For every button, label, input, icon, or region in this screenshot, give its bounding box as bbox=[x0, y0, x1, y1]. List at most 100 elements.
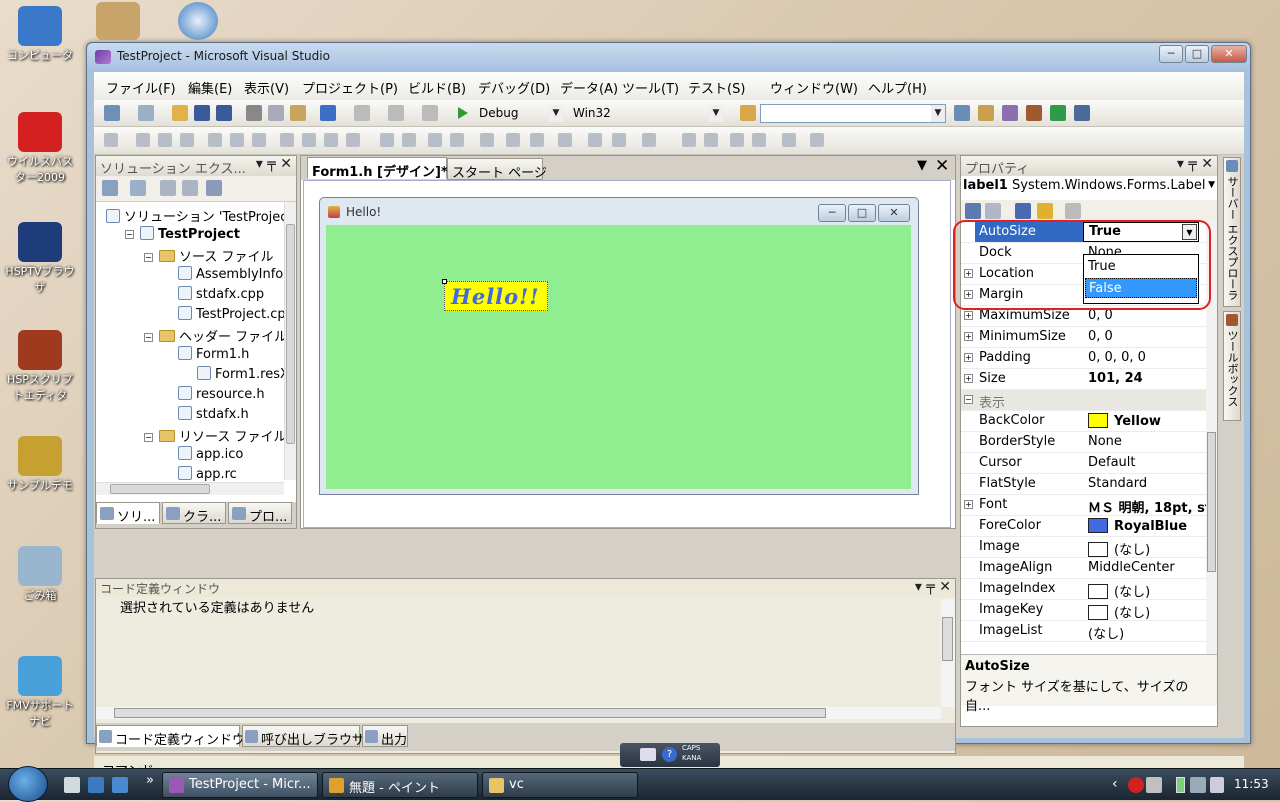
layout-tool-icon[interactable] bbox=[324, 133, 338, 147]
start-button[interactable] bbox=[8, 766, 48, 802]
ime-language-bar[interactable]: ? CAPS KANA bbox=[620, 743, 720, 767]
object-selector[interactable]: label1 System.Windows.Forms.Label ▼ bbox=[963, 178, 1215, 198]
chevron-down-icon[interactable]: ▼ bbox=[549, 105, 563, 122]
menu-item[interactable]: デバッグ(D) bbox=[478, 78, 550, 97]
desktop-icon[interactable]: HSPTVブラウ ザ bbox=[0, 222, 80, 296]
expand-icon[interactable]: + bbox=[964, 374, 973, 383]
layout-tool-icon[interactable] bbox=[682, 133, 696, 147]
expand-icon[interactable]: + bbox=[964, 500, 973, 509]
class-diagram-icon[interactable] bbox=[206, 180, 222, 196]
maximize-button[interactable]: □ bbox=[1185, 45, 1209, 63]
save-all-icon[interactable] bbox=[216, 105, 232, 121]
menu-item[interactable]: テスト(S) bbox=[688, 78, 745, 97]
tree-item[interactable]: AssemblyInfo.cp bbox=[163, 266, 284, 282]
solution-explorer-header[interactable]: ソリューション エクス... ▾ ╤ ✕ bbox=[96, 156, 296, 177]
solution-tab[interactable]: ソリ... bbox=[96, 502, 160, 525]
bottom-tab[interactable]: 呼び出しブラウザ bbox=[242, 725, 365, 748]
code-vertical-scrollbar[interactable] bbox=[941, 599, 955, 707]
layout-tool-icon[interactable] bbox=[280, 133, 294, 147]
bottom-tab[interactable]: 出力 bbox=[362, 725, 408, 748]
chevron-down-icon[interactable]: ▼ bbox=[709, 105, 723, 122]
alphabetical-icon[interactable] bbox=[985, 203, 1001, 219]
desktop-icon[interactable]: サンプルデモ bbox=[0, 436, 80, 494]
tree-item[interactable]: − リソース ファイル bbox=[144, 426, 284, 445]
layout-tool-icon[interactable] bbox=[402, 133, 416, 147]
show-all-files-icon[interactable] bbox=[130, 180, 146, 196]
property-row[interactable]: Image (なし) bbox=[961, 537, 1206, 558]
keyboard-icon[interactable] bbox=[640, 748, 656, 761]
undo-icon[interactable] bbox=[320, 105, 336, 121]
property-row[interactable]: + Font ＭＳ 明朝, 18pt, sty bbox=[961, 495, 1207, 516]
collapse-icon[interactable]: − bbox=[125, 230, 134, 239]
tree-item[interactable]: Form1.resX bbox=[182, 366, 284, 382]
taskbar-button[interactable]: 無題 - ペイント bbox=[322, 772, 478, 798]
layout-tool-icon[interactable] bbox=[158, 133, 172, 147]
property-row[interactable]: + Padding 0, 0, 0, 0 bbox=[961, 348, 1206, 369]
cut-icon[interactable] bbox=[246, 105, 262, 121]
layout-tool-icon[interactable] bbox=[252, 133, 266, 147]
desktop-icon[interactable]: コンピュータ bbox=[0, 6, 80, 64]
paste-icon[interactable] bbox=[290, 105, 306, 121]
tree-vertical-scrollbar[interactable] bbox=[284, 202, 296, 480]
toolbox-icon[interactable] bbox=[1026, 105, 1042, 121]
menu-item[interactable]: プロジェクト(P) bbox=[302, 78, 398, 97]
expand-icon[interactable]: + bbox=[964, 311, 973, 320]
layout-tool-icon[interactable] bbox=[612, 133, 626, 147]
close-button[interactable]: ✕ bbox=[1211, 45, 1247, 63]
find-combo[interactable]: ▼ bbox=[760, 104, 946, 123]
tree-item[interactable]: − TestProject bbox=[125, 226, 240, 242]
chevron-down-icon[interactable]: ▼ bbox=[931, 105, 945, 122]
tree-item[interactable]: resource.h bbox=[163, 386, 265, 402]
layout-tool-icon[interactable] bbox=[480, 133, 494, 147]
view-designer-icon[interactable] bbox=[182, 180, 198, 196]
expand-icon[interactable]: + bbox=[964, 353, 973, 362]
layout-tool-icon[interactable] bbox=[104, 133, 118, 147]
tree-item[interactable]: TestProject.cpp bbox=[163, 306, 284, 322]
layout-tool-icon[interactable] bbox=[642, 133, 656, 147]
layout-tool-icon[interactable] bbox=[506, 133, 520, 147]
navigate-forward-icon[interactable] bbox=[422, 105, 438, 121]
resize-handle[interactable] bbox=[442, 279, 447, 284]
layout-tool-icon[interactable] bbox=[558, 133, 572, 147]
property-row[interactable]: ForeColor RoyalBlue bbox=[961, 516, 1206, 537]
property-row[interactable]: BackColor Yellow bbox=[961, 411, 1206, 432]
menu-item[interactable]: ビルド(B) bbox=[408, 78, 466, 97]
safari-icon[interactable] bbox=[178, 2, 218, 40]
properties-view-icon[interactable] bbox=[1015, 203, 1031, 219]
layout-tool-icon[interactable] bbox=[704, 133, 718, 147]
layout-tool-icon[interactable] bbox=[346, 133, 360, 147]
layout-tool-icon[interactable] bbox=[450, 133, 464, 147]
code-horizontal-scrollbar[interactable] bbox=[96, 707, 941, 719]
property-row[interactable]: ImageKey (なし) bbox=[961, 600, 1206, 621]
solution-explorer-icon[interactable] bbox=[954, 105, 970, 121]
menu-item[interactable]: データ(A) bbox=[560, 78, 618, 97]
desktop-icon[interactable]: FMVサポート ナビ bbox=[0, 656, 80, 730]
platform-combo[interactable]: Win32 ▼ bbox=[568, 104, 724, 123]
minimize-button[interactable]: ─ bbox=[1159, 45, 1183, 63]
layout-tool-icon[interactable] bbox=[530, 133, 544, 147]
navigate-back-icon[interactable] bbox=[388, 105, 404, 121]
layout-tool-icon[interactable] bbox=[208, 133, 222, 147]
tree-item[interactable]: Form1.h bbox=[163, 346, 249, 362]
form-window[interactable]: Hello! ─ □ ✕ Hello!! bbox=[319, 197, 919, 495]
menu-item[interactable]: ツール(T) bbox=[622, 78, 679, 97]
tree-item[interactable]: stdafx.h bbox=[163, 406, 249, 422]
property-row[interactable]: ImageList (なし) bbox=[961, 621, 1206, 642]
layout-tool-icon[interactable] bbox=[752, 133, 766, 147]
close-icon[interactable]: ▾ ╤ ✕ bbox=[256, 156, 292, 172]
menu-item[interactable]: 表示(V) bbox=[244, 78, 289, 97]
desktop-icon[interactable]: ごみ箱 bbox=[0, 546, 80, 604]
property-row[interactable]: Cursor Default bbox=[961, 453, 1206, 474]
properties-header[interactable]: プロパティ ▾ ╤ ✕ bbox=[961, 156, 1217, 177]
properties-icon[interactable] bbox=[978, 105, 994, 121]
configuration-combo[interactable]: Debug ▼ bbox=[474, 104, 564, 123]
tab-form1-design[interactable]: Form1.h [デザイン]* bbox=[307, 157, 448, 180]
add-item-icon[interactable] bbox=[138, 105, 154, 121]
desktop-icon[interactable]: HSPスクリプ トエディタ bbox=[0, 330, 80, 404]
tree-item[interactable]: app.rc bbox=[163, 466, 237, 482]
layout-tool-icon[interactable] bbox=[810, 133, 824, 147]
tray-expand-icon[interactable]: ‹ bbox=[1112, 776, 1118, 792]
show-desktop-icon[interactable] bbox=[88, 777, 104, 793]
chevron-down-icon[interactable]: ▼ bbox=[1208, 180, 1215, 190]
help-icon[interactable]: ? bbox=[662, 747, 677, 762]
